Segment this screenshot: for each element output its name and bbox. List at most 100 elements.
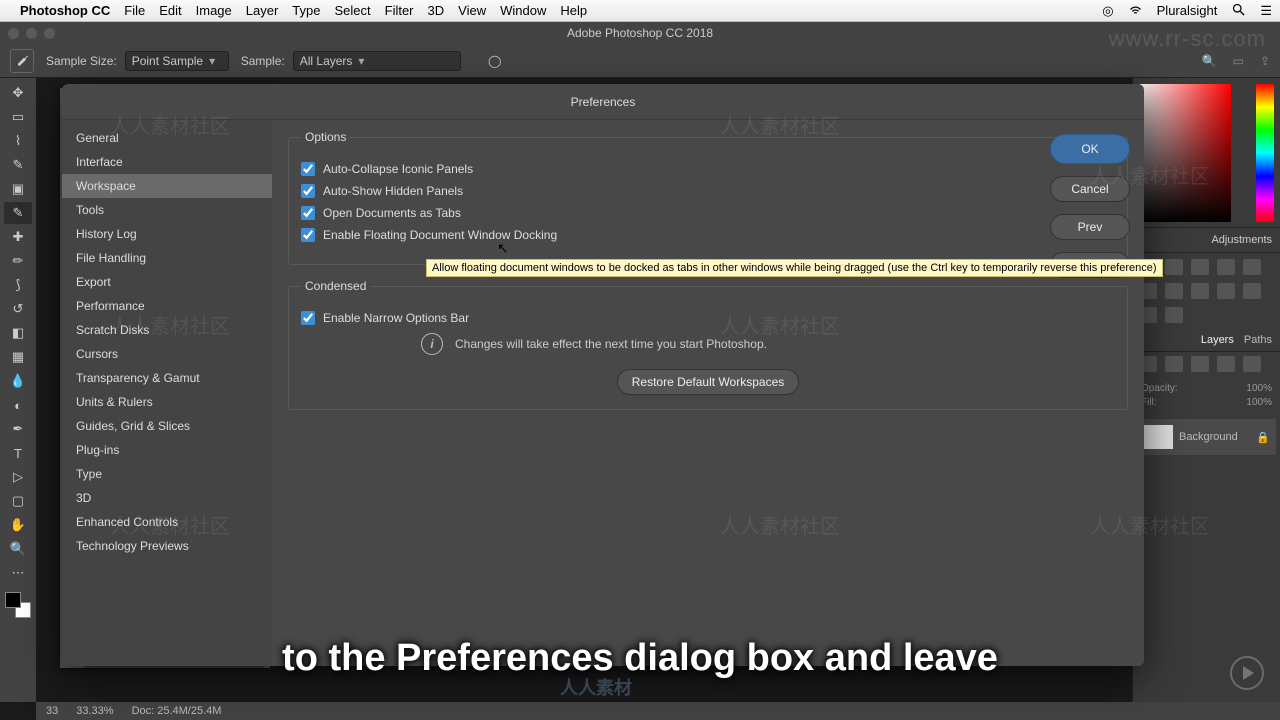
layer-background[interactable]: Background 🔒 — [1137, 419, 1276, 455]
sidebar-item-file-handling[interactable]: File Handling — [62, 246, 272, 270]
hue-strip[interactable] — [1256, 84, 1274, 222]
menu-layer[interactable]: Layer — [246, 3, 279, 18]
menu-window[interactable]: Window — [500, 3, 546, 18]
sidebar-item-general[interactable]: General — [62, 126, 272, 150]
eyedropper-tool-icon[interactable] — [10, 49, 34, 73]
color-swatch[interactable] — [5, 592, 31, 618]
brush-tool-icon[interactable]: ✏ — [4, 250, 32, 272]
restore-workspaces-button[interactable]: Restore Default Workspaces — [617, 369, 800, 395]
path-select-tool-icon[interactable]: ▷ — [4, 466, 32, 488]
sidebar-item-3d[interactable]: 3D — [62, 486, 272, 510]
check-label-2: Open Documents as Tabs — [323, 206, 461, 220]
sample-ring-icon[interactable]: ◯ — [483, 49, 507, 73]
sidebar-item-history-log[interactable]: History Log — [62, 222, 272, 246]
app-title: Adobe Photoshop CC 2018 — [567, 26, 713, 40]
opacity-value[interactable]: 100% — [1246, 383, 1272, 394]
menu-list-icon[interactable]: ☰ — [1260, 3, 1272, 19]
sidebar-item-type[interactable]: Type — [62, 462, 272, 486]
sidebar-item-scratch-disks[interactable]: Scratch Disks — [62, 318, 272, 342]
quick-select-tool-icon[interactable]: ✎ — [4, 154, 32, 176]
color-area[interactable] — [1139, 84, 1231, 222]
color-panel[interactable] — [1133, 78, 1280, 228]
options-fieldset: Options Auto-Collapse Iconic PanelsAuto-… — [288, 130, 1128, 265]
window-max-icon[interactable] — [44, 28, 55, 39]
adjustments-panel-header[interactable]: Adjustments — [1133, 228, 1280, 253]
sidebar-item-workspace[interactable]: Workspace — [62, 174, 272, 198]
share-icon[interactable]: ⇪ — [1260, 54, 1270, 68]
prev-button[interactable]: Prev — [1050, 214, 1130, 240]
menu-type[interactable]: Type — [292, 3, 320, 18]
lasso-tool-icon[interactable]: ⌇ — [4, 130, 32, 152]
zoom-percent[interactable]: 33.33% — [76, 705, 113, 717]
sidebar-item-export[interactable]: Export — [62, 270, 272, 294]
check-option-2[interactable]: Open Documents as Tabs — [301, 206, 1115, 220]
checkbox-3[interactable] — [301, 228, 315, 242]
fill-value[interactable]: 100% — [1246, 397, 1272, 408]
check-option-0[interactable]: Auto-Collapse Iconic Panels — [301, 162, 1115, 176]
sidebar-item-plug-ins[interactable]: Plug-ins — [62, 438, 272, 462]
healing-tool-icon[interactable]: ✚ — [4, 226, 32, 248]
dodge-tool-icon[interactable]: ◐ — [4, 394, 32, 416]
cancel-button[interactable]: Cancel — [1050, 176, 1130, 202]
check-option-3[interactable]: Enable Floating Document Window Docking — [301, 228, 1115, 242]
sidebar-item-cursors[interactable]: Cursors — [62, 342, 272, 366]
sidebar-item-transparency-gamut[interactable]: Transparency & Gamut — [62, 366, 272, 390]
app-name[interactable]: Photoshop CC — [20, 3, 110, 18]
checkbox-0[interactable] — [301, 162, 315, 176]
wifi-icon[interactable] — [1128, 2, 1143, 20]
crop-tool-icon[interactable]: ▣ — [4, 178, 32, 200]
edit-toolbar-icon[interactable]: ⋯ — [4, 562, 32, 584]
menu-filter[interactable]: Filter — [385, 3, 414, 18]
eyedropper-tool-icon[interactable]: ✎ — [4, 202, 32, 224]
history-brush-tool-icon[interactable]: ↺ — [4, 298, 32, 320]
type-tool-icon[interactable]: T — [4, 442, 32, 464]
menu-select[interactable]: Select — [334, 3, 370, 18]
condensed-fieldset: Condensed Enable Narrow Options Bar i Ch… — [288, 279, 1128, 410]
sidebar-item-tools[interactable]: Tools — [62, 198, 272, 222]
checkbox-2[interactable] — [301, 206, 315, 220]
move-tool-icon[interactable]: ✥ — [4, 82, 32, 104]
doc-icon[interactable]: ▭ — [1233, 54, 1244, 68]
gradient-tool-icon[interactable]: ▦ — [4, 346, 32, 368]
sidebar-item-performance[interactable]: Performance — [62, 294, 272, 318]
doc-size: Doc: 25.4M/25.4M — [132, 705, 222, 717]
window-min-icon[interactable] — [26, 28, 37, 39]
marquee-tool-icon[interactable]: ▭ — [4, 106, 32, 128]
cc-icon[interactable]: ◎ — [1102, 3, 1113, 19]
menu-edit[interactable]: Edit — [159, 3, 181, 18]
menu-image[interactable]: Image — [196, 3, 232, 18]
menu-help[interactable]: Help — [560, 3, 587, 18]
checkbox-1[interactable] — [301, 184, 315, 198]
tab-layers[interactable]: Layers — [1201, 334, 1234, 346]
menu-3d[interactable]: 3D — [428, 3, 445, 18]
ok-button[interactable]: OK — [1050, 134, 1130, 164]
pen-tool-icon[interactable]: ✒ — [4, 418, 32, 440]
lock-icon[interactable]: 🔒 — [1256, 431, 1270, 444]
checkbox-narrow[interactable] — [301, 311, 315, 325]
sample-size-dropdown[interactable]: Point Sample — [125, 51, 229, 71]
check-option-1[interactable]: Auto-Show Hidden Panels — [301, 184, 1115, 198]
clone-tool-icon[interactable]: ⟆ — [4, 274, 32, 296]
check-narrow-options[interactable]: Enable Narrow Options Bar — [301, 311, 1115, 325]
account-label[interactable]: Pluralsight — [1157, 3, 1218, 18]
left-tools: ✥ ▭ ⌇ ✎ ▣ ✎ ✚ ✏ ⟆ ↺ ◧ ▦ 💧 ◐ ✒ T ▷ ▢ ✋ 🔍 … — [0, 78, 36, 702]
tab-paths[interactable]: Paths — [1244, 334, 1272, 346]
sidebar-item-guides-grid-slices[interactable]: Guides, Grid & Slices — [62, 414, 272, 438]
spotlight-icon[interactable] — [1231, 2, 1246, 20]
sidebar-item-units-rulers[interactable]: Units & Rulers — [62, 390, 272, 414]
hand-tool-icon[interactable]: ✋ — [4, 514, 32, 536]
sidebar-item-technology-previews[interactable]: Technology Previews — [62, 534, 272, 558]
menu-view[interactable]: View — [458, 3, 486, 18]
sample-dropdown[interactable]: All Layers — [293, 51, 461, 71]
info-icon: i — [421, 333, 443, 355]
window-close-icon[interactable] — [8, 28, 19, 39]
eraser-tool-icon[interactable]: ◧ — [4, 322, 32, 344]
sidebar-item-enhanced-controls[interactable]: Enhanced Controls — [62, 510, 272, 534]
rectangle-tool-icon[interactable]: ▢ — [4, 490, 32, 512]
menu-file[interactable]: File — [124, 3, 145, 18]
blur-tool-icon[interactable]: 💧 — [4, 370, 32, 392]
zoom-tool-icon[interactable]: 🔍 — [4, 538, 32, 560]
layer-thumbnail — [1143, 425, 1173, 449]
search-icon[interactable]: 🔍 — [1202, 54, 1217, 68]
sidebar-item-interface[interactable]: Interface — [62, 150, 272, 174]
